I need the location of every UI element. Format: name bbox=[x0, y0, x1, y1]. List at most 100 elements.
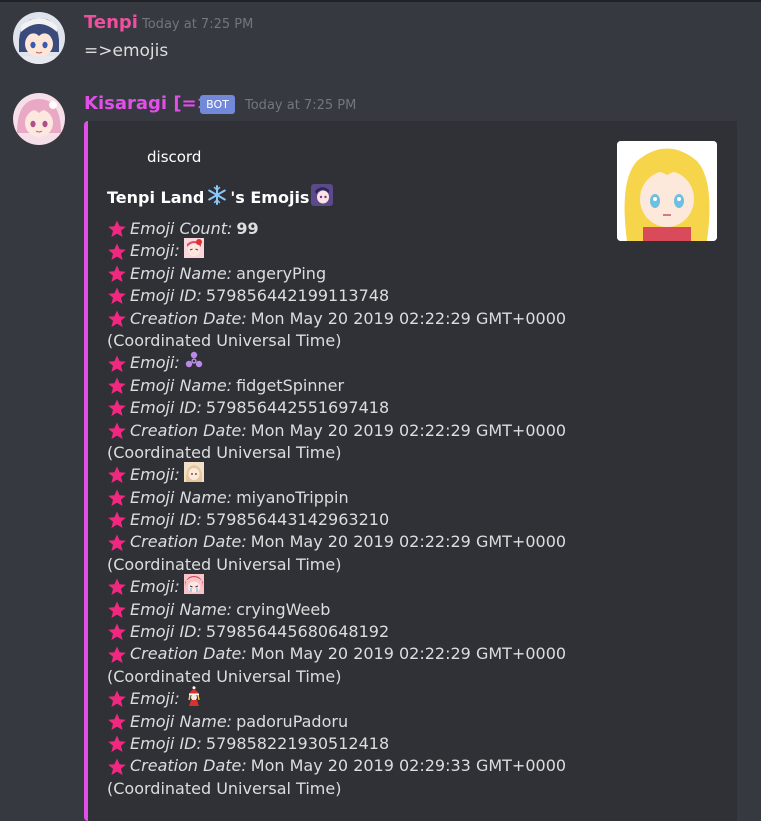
star-icon bbox=[108, 534, 126, 551]
field-label: Emoji ID: bbox=[130, 510, 202, 530]
embed-title-text: Tenpi Land bbox=[107, 187, 205, 207]
avatar[interactable] bbox=[13, 93, 65, 145]
emoji-name-value: padoruPadoru bbox=[236, 711, 349, 731]
creation-date-tz-line: (Coordinated Universal Time) bbox=[107, 330, 566, 352]
star-icon bbox=[108, 355, 126, 372]
emoji-id-line: Emoji ID: 579856442199113748 bbox=[107, 285, 566, 307]
message-content: =>emojis bbox=[84, 41, 169, 61]
emoji-id-line: Emoji ID: 579856442551697418 bbox=[107, 397, 566, 419]
star-icon bbox=[108, 489, 126, 506]
emoji-line: Emoji: bbox=[107, 352, 566, 374]
creation-date-value: Mon May 20 2019 02:22:29 GMT+0000 bbox=[250, 308, 567, 328]
star-icon bbox=[108, 511, 126, 529]
field-label: Emoji Name: bbox=[130, 375, 233, 395]
field-label: Emoji Count: bbox=[130, 219, 233, 238]
field-label: Emoji: bbox=[130, 577, 180, 597]
top-divider bbox=[0, 0, 761, 2]
emoji-line: Emoji: bbox=[107, 462, 566, 488]
field-label: Emoji ID: bbox=[130, 622, 202, 642]
emoji-line: Emoji: bbox=[107, 686, 566, 712]
emoji-name-value: cryingWeeb bbox=[236, 599, 331, 619]
crying-weeb-emoji-icon bbox=[183, 574, 204, 600]
field-label: Emoji: bbox=[130, 353, 180, 373]
star-icon bbox=[108, 466, 126, 484]
field-label: Creation Date: bbox=[130, 420, 247, 440]
embed: discord Tenpi Land 's Emojis Emoji Count… bbox=[84, 121, 737, 821]
creation-date-timezone: (Coordinated Universal Time) bbox=[107, 554, 342, 574]
star-icon bbox=[108, 377, 126, 394]
field-label: Emoji: bbox=[130, 241, 180, 261]
field-label: Emoji ID: bbox=[130, 398, 202, 418]
star-icon bbox=[108, 265, 126, 282]
emoji-id-line: Emoji ID: 579856445680648192 bbox=[107, 621, 566, 643]
emoji-name-value: fidgetSpinner bbox=[236, 375, 345, 395]
creation-date-timezone: (Coordinated Universal Time) bbox=[107, 442, 342, 462]
star-icon bbox=[108, 422, 126, 439]
field-label: Emoji Name: bbox=[130, 711, 233, 731]
emoji-id-value: 579858221930512418 bbox=[205, 733, 390, 753]
snowflake-icon bbox=[206, 184, 228, 210]
anime-girl-avatar-icon bbox=[13, 12, 65, 64]
embed-thumbnail[interactable] bbox=[617, 141, 717, 241]
emoji-id-line: Emoji ID: 579858221930512418 bbox=[107, 733, 566, 755]
star-icon bbox=[108, 623, 126, 641]
emoji-id-value: 579856445680648192 bbox=[205, 622, 390, 642]
creation-date-line: Creation Date: Mon May 20 2019 02:22:29 G… bbox=[107, 531, 566, 553]
creation-date-tz-line: (Coordinated Universal Time) bbox=[107, 442, 566, 464]
timestamp: Today at 7:25 PM bbox=[142, 17, 254, 32]
emoji-name-line: Emoji Name: padoruPadoru bbox=[107, 711, 566, 733]
timestamp: Today at 7:25 PM bbox=[245, 98, 357, 113]
angery-ping-emoji-icon bbox=[183, 238, 204, 264]
field-label: Creation Date: bbox=[130, 756, 247, 776]
field-label: Emoji: bbox=[130, 465, 180, 485]
emoji-name-line: Emoji Name: cryingWeeb bbox=[107, 599, 566, 621]
emoji-count-line: Emoji Count: 99 bbox=[107, 218, 566, 240]
creation-date-value: Mon May 20 2019 02:22:29 GMT+0000 bbox=[250, 532, 567, 552]
anime-girl-emoji-icon bbox=[311, 184, 334, 210]
emoji-id-value: 579856443142963210 bbox=[205, 510, 390, 530]
emoji-count-value: 99 bbox=[236, 219, 259, 238]
emoji-name-line: Emoji Name: fidgetSpinner bbox=[107, 375, 566, 397]
field-label: Creation Date: bbox=[130, 532, 247, 552]
field-label: Emoji Name: bbox=[130, 599, 233, 619]
star-icon bbox=[108, 713, 126, 730]
emoji-name-line: Emoji Name: miyanoTrippin bbox=[107, 487, 566, 509]
emoji-id-value: 579856442199113748 bbox=[205, 286, 390, 306]
star-icon bbox=[108, 399, 126, 417]
creation-date-value: Mon May 20 2019 02:29:33 GMT+0000 bbox=[250, 756, 567, 776]
field-label: Emoji: bbox=[130, 689, 180, 709]
field-label: Creation Date: bbox=[130, 644, 247, 664]
creation-date-tz-line: (Coordinated Universal Time) bbox=[107, 666, 566, 688]
username[interactable]: Tenpi bbox=[84, 12, 138, 33]
creation-date-timezone: (Coordinated Universal Time) bbox=[107, 330, 342, 350]
creation-date-line: Creation Date: Mon May 20 2019 02:22:29 G… bbox=[107, 643, 566, 665]
emoji-id-value: 579856442551697418 bbox=[205, 398, 390, 418]
embed-author[interactable]: discord bbox=[147, 148, 201, 166]
star-icon bbox=[108, 578, 126, 596]
emoji-id-line: Emoji ID: 579856443142963210 bbox=[107, 509, 566, 531]
embed-title-suffix: 's Emojis bbox=[230, 187, 310, 207]
field-label: Emoji Name: bbox=[130, 263, 233, 283]
creation-date-value: Mon May 20 2019 02:22:29 GMT+0000 bbox=[250, 644, 567, 664]
miyano-trippin-emoji-icon bbox=[183, 462, 204, 488]
creation-date-line: Creation Date: Mon May 20 2019 02:22:29 G… bbox=[107, 420, 566, 442]
emoji-line: Emoji: bbox=[107, 574, 566, 600]
star-icon bbox=[108, 690, 126, 708]
emoji-line: Emoji: bbox=[107, 238, 566, 264]
creation-date-line: Creation Date: Mon May 20 2019 02:22:29 G… bbox=[107, 308, 566, 330]
field-label: Creation Date: bbox=[130, 308, 247, 328]
emoji-name-value: angeryPing bbox=[236, 263, 327, 283]
star-icon bbox=[108, 601, 126, 618]
star-icon bbox=[108, 310, 126, 327]
creation-date-value: Mon May 20 2019 02:22:29 GMT+0000 bbox=[250, 420, 567, 440]
pink-hair-anime-avatar-icon bbox=[13, 93, 65, 145]
embed-title: Tenpi Land 's Emojis bbox=[107, 184, 335, 210]
emoji-name-value: miyanoTrippin bbox=[236, 487, 349, 507]
padoru-padoru-emoji-icon bbox=[184, 686, 204, 712]
avatar[interactable] bbox=[13, 12, 65, 64]
star-icon bbox=[108, 287, 126, 305]
star-icon bbox=[108, 220, 126, 238]
creation-date-timezone: (Coordinated Universal Time) bbox=[107, 666, 342, 686]
star-icon bbox=[108, 243, 126, 260]
fidget-spinner-emoji-icon bbox=[184, 350, 204, 376]
